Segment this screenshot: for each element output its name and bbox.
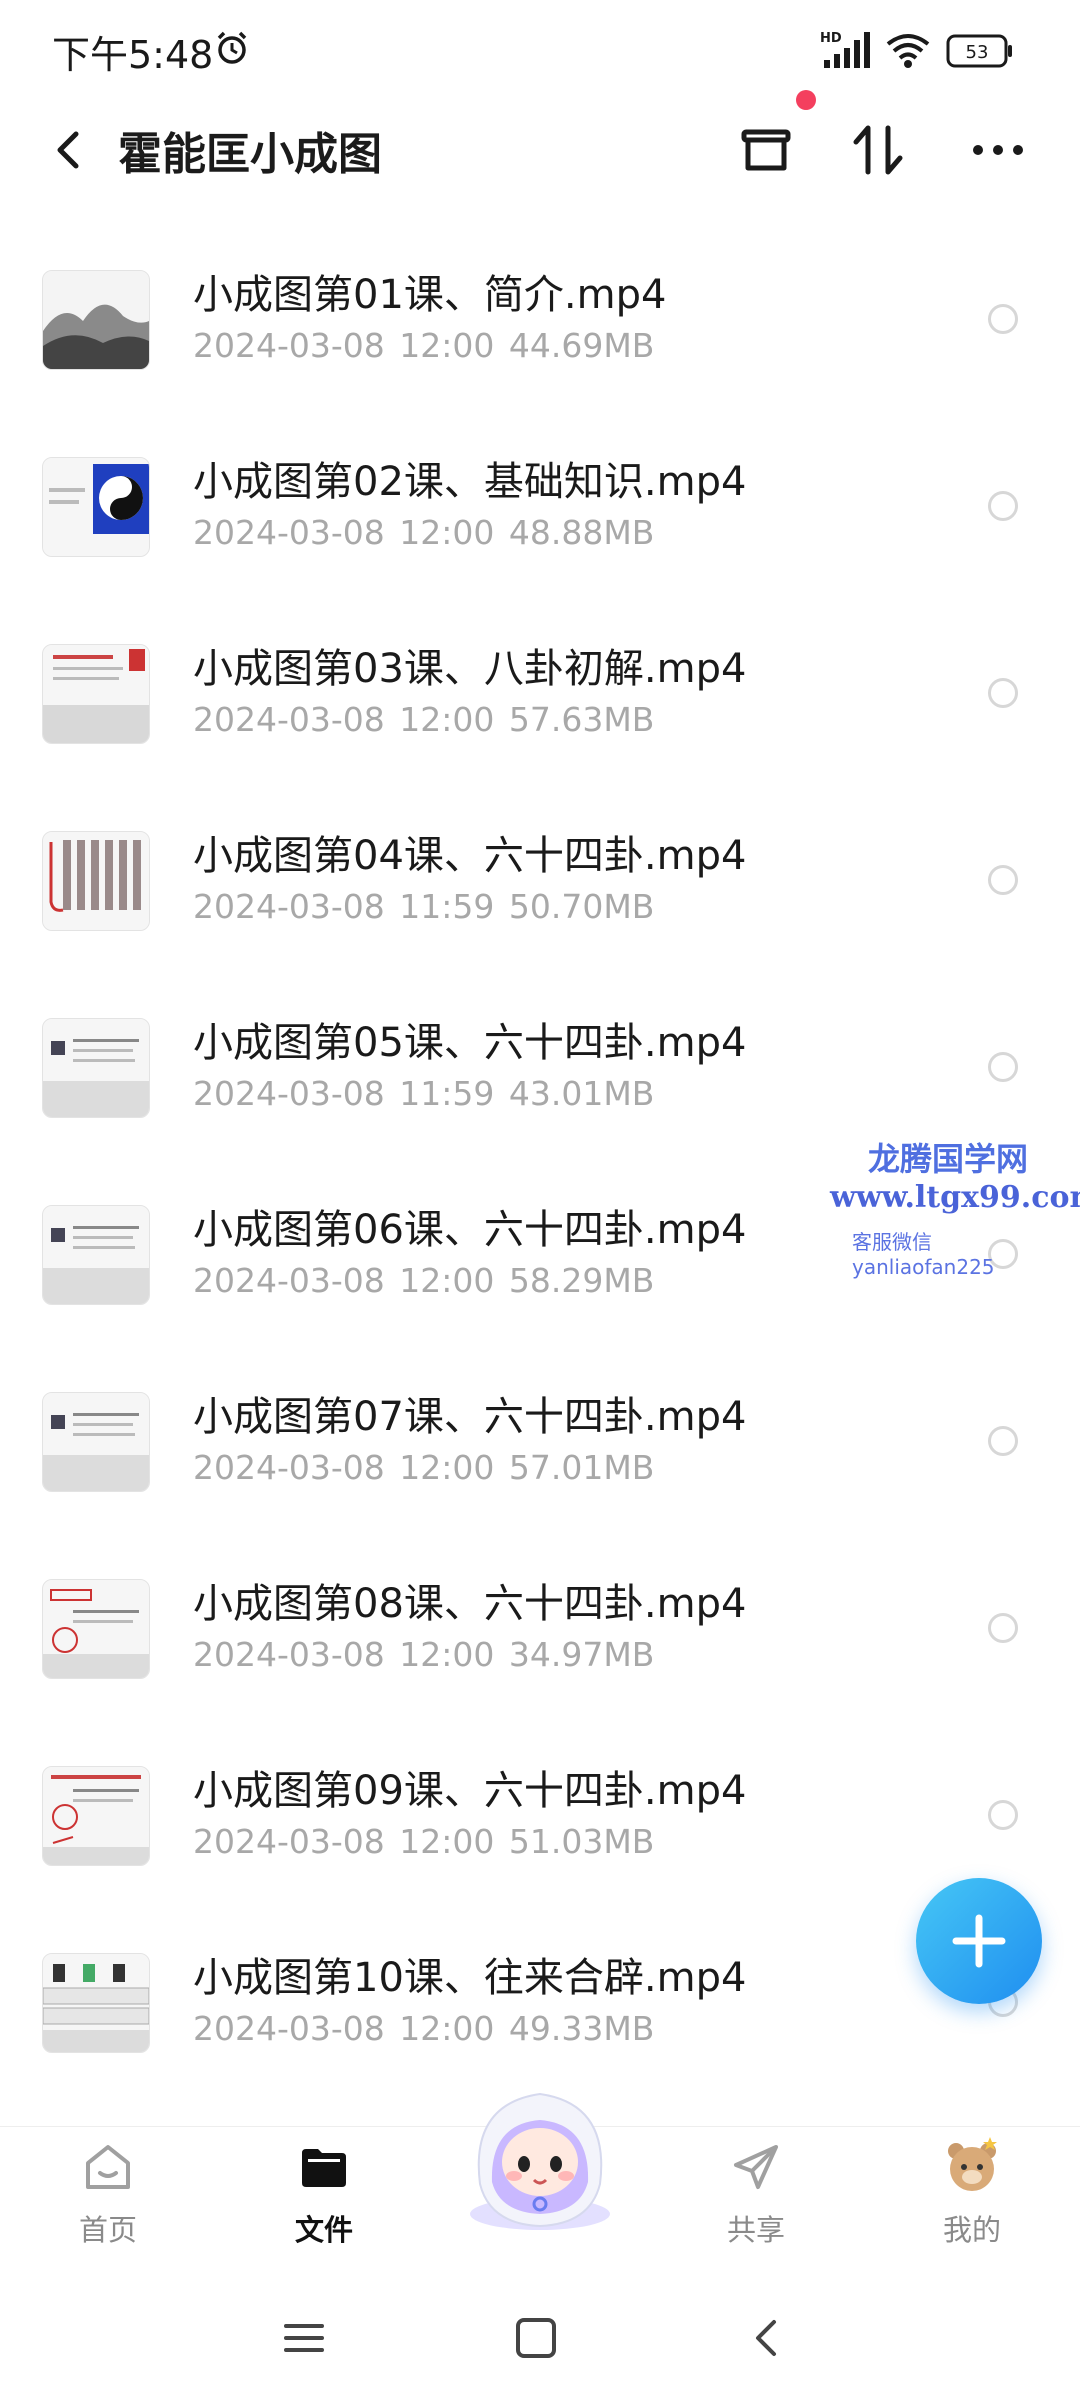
select-radio[interactable] <box>988 865 1018 895</box>
file-meta: 2024-03-08 12:00 48.88MB <box>193 513 655 552</box>
select-radio[interactable] <box>988 491 1018 521</box>
file-name: 小成图第05课、六十四卦.mp4 <box>193 1020 747 1066</box>
select-radio[interactable] <box>988 1426 1018 1456</box>
watermark-title: 龙腾国学网 <box>868 1140 1029 1178</box>
archive-box-icon[interactable] <box>734 118 798 182</box>
system-navigation-bar <box>0 2276 1080 2400</box>
tab-me-label: 我的 <box>942 2213 1001 2247</box>
file-meta: 2024-03-08 11:59 43.01MB <box>193 1074 655 1113</box>
watermark-url: www.ltgx99.com <box>830 1180 1080 1215</box>
file-name: 小成图第02课、基础知识.mp4 <box>193 459 747 505</box>
file-meta: 2024-03-08 11:59 50.70MB <box>193 887 655 926</box>
system-back-icon[interactable] <box>740 2310 796 2366</box>
tab-share[interactable]: 共享 <box>676 2127 836 2277</box>
home-square-icon[interactable] <box>508 2310 564 2366</box>
sort-arrows-icon[interactable] <box>846 118 910 182</box>
file-meta: 2024-03-08 12:00 57.63MB <box>193 700 655 739</box>
tab-me[interactable]: 我的 <box>892 2127 1052 2277</box>
add-button[interactable] <box>916 1878 1042 2004</box>
assistant-mascot-icon[interactable] <box>440 2064 640 2244</box>
file-name: 小成图第04课、六十四卦.mp4 <box>193 833 747 879</box>
file-meta: 2024-03-08 12:00 49.33MB <box>193 2009 655 2048</box>
status-bar: 下午5:48 HD 53 <box>0 0 1080 100</box>
file-meta: 2024-03-08 12:00 44.69MB <box>193 326 655 365</box>
list-item[interactable]: 小成图第02课、基础知识.mp4 2024-03-08 12:00 48.88M… <box>0 409 1080 596</box>
home-icon <box>86 2145 130 2189</box>
network-badge: HD <box>820 31 842 46</box>
cell-signal-icon: HD <box>820 31 870 68</box>
list-item[interactable]: 小成图第08课、六十四卦.mp4 2024-03-08 12:00 34.97M… <box>0 1531 1080 1718</box>
select-radio[interactable] <box>988 678 1018 708</box>
header-bar: 霍能匡小成图 <box>0 100 1080 200</box>
tab-home-label: 首页 <box>78 2213 137 2247</box>
send-icon <box>734 2145 778 2189</box>
video-thumbnail <box>42 1205 150 1305</box>
battery-level: 53 <box>966 42 989 63</box>
battery-icon: 53 <box>946 34 1012 68</box>
list-item[interactable]: 小成图第05课、六十四卦.mp4 2024-03-08 11:59 43.01M… <box>0 970 1080 1157</box>
file-meta: 2024-03-08 12:00 51.03MB <box>193 1822 655 1861</box>
page-title: 霍能匡小成图 <box>118 129 382 180</box>
tab-home[interactable]: 首页 <box>28 2127 188 2277</box>
list-item[interactable]: 小成图第03课、八卦初解.mp4 2024-03-08 12:00 57.63M… <box>0 596 1080 783</box>
video-thumbnail <box>42 1766 150 1866</box>
back-arrow-icon[interactable] <box>40 120 100 180</box>
video-thumbnail <box>42 457 150 557</box>
file-name: 小成图第08课、六十四卦.mp4 <box>193 1581 747 1627</box>
list-item[interactable]: 小成图第01课、简介.mp4 2024-03-08 12:00 44.69MB <box>0 222 1080 409</box>
more-options-icon[interactable] <box>966 118 1030 182</box>
menu-icon[interactable] <box>276 2310 332 2366</box>
file-name: 小成图第07课、六十四卦.mp4 <box>193 1394 747 1440</box>
file-meta: 2024-03-08 12:00 58.29MB <box>193 1261 655 1300</box>
video-thumbnail <box>42 1392 150 1492</box>
video-thumbnail <box>42 1018 150 1118</box>
file-name: 小成图第10课、往来合辟.mp4 <box>193 1955 747 2001</box>
select-radio[interactable] <box>988 1052 1018 1082</box>
tab-files-label: 文件 <box>294 2213 353 2247</box>
notification-dot <box>796 90 816 110</box>
alarm-icon <box>217 31 247 64</box>
tab-files[interactable]: 文件 <box>244 2127 404 2277</box>
file-name: 小成图第01课、简介.mp4 <box>193 272 667 318</box>
wifi-icon <box>886 34 930 68</box>
file-meta: 2024-03-08 12:00 57.01MB <box>193 1448 655 1487</box>
folder-icon <box>302 2149 346 2187</box>
list-item[interactable]: 小成图第07课、六十四卦.mp4 2024-03-08 12:00 57.01M… <box>0 1344 1080 1531</box>
watermark-contact: 客服微信 yanliaofan225 <box>852 1230 995 1279</box>
video-thumbnail <box>42 831 150 931</box>
tab-share-label: 共享 <box>726 2213 785 2247</box>
file-name: 小成图第06课、六十四卦.mp4 <box>193 1207 747 1253</box>
file-name: 小成图第03课、八卦初解.mp4 <box>193 646 747 692</box>
list-item[interactable]: 小成图第04课、六十四卦.mp4 2024-03-08 11:59 50.70M… <box>0 783 1080 970</box>
select-radio[interactable] <box>988 304 1018 334</box>
status-time: 下午5:48 <box>52 33 214 77</box>
select-radio[interactable] <box>988 1613 1018 1643</box>
file-meta: 2024-03-08 12:00 34.97MB <box>193 1635 655 1674</box>
select-radio[interactable] <box>988 1800 1018 1830</box>
list-item[interactable]: 小成图第09课、六十四卦.mp4 2024-03-08 12:00 51.03M… <box>0 1718 1080 1905</box>
file-name: 小成图第09课、六十四卦.mp4 <box>193 1768 747 1814</box>
video-thumbnail <box>42 270 150 370</box>
video-thumbnail <box>42 644 150 744</box>
video-thumbnail <box>42 1953 150 2053</box>
avatar-icon <box>948 2137 997 2191</box>
plus-icon <box>952 1914 1006 1968</box>
video-thumbnail <box>42 1579 150 1679</box>
